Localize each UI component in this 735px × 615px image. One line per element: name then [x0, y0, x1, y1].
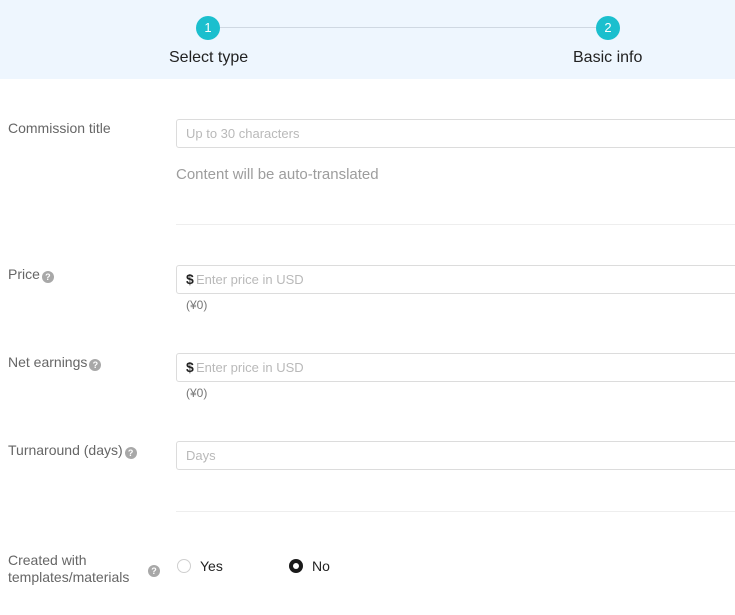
help-icon[interactable]: ?: [41, 271, 54, 283]
section-divider: [176, 224, 735, 225]
auto-translate-hint: Content will be auto-translated: [176, 166, 379, 183]
net-earnings-placeholder: Enter price in USD: [196, 360, 304, 375]
section-divider: [176, 511, 735, 512]
radio-yes-label[interactable]: Yes: [200, 558, 223, 574]
step-connector-line: [220, 27, 596, 28]
help-icon[interactable]: ?: [124, 447, 137, 459]
commission-title-input[interactable]: Up to 30 characters: [176, 119, 735, 148]
step-1-label: Select type: [169, 49, 249, 66]
templates-label-line1: Created with: [8, 552, 87, 568]
price-placeholder: Enter price in USD: [196, 272, 304, 287]
radio-yes[interactable]: [177, 559, 191, 573]
templates-label-line2: templates/materials: [8, 569, 130, 585]
net-earnings-label: Net earnings?: [8, 354, 102, 371]
price-label: Price?: [8, 266, 54, 283]
price-label-text: Price: [8, 266, 40, 282]
radio-no-label[interactable]: No: [312, 558, 330, 574]
turnaround-label: Turnaround (days)?: [8, 442, 137, 459]
help-icon[interactable]: ?: [148, 565, 160, 577]
step-2-label: Basic info: [573, 49, 643, 66]
radio-no[interactable]: [289, 559, 303, 573]
turnaround-label-text: Turnaround (days): [8, 442, 123, 458]
net-earnings-converted-amount: (¥0): [186, 386, 208, 400]
net-earnings-label-text: Net earnings: [8, 354, 88, 370]
currency-symbol: $: [186, 359, 194, 375]
turnaround-days-input[interactable]: Days: [176, 441, 735, 470]
turnaround-placeholder: Days: [186, 448, 216, 463]
help-icon[interactable]: ?: [89, 359, 102, 371]
progress-stepper: 1 Select type 2 Basic info: [0, 0, 735, 79]
commission-title-label: Commission title: [8, 120, 111, 136]
currency-symbol: $: [186, 271, 194, 287]
net-earnings-input[interactable]: $ Enter price in USD: [176, 353, 735, 382]
step-2-indicator: 2: [596, 16, 620, 40]
step-1-indicator: 1: [196, 16, 220, 40]
templates-materials-label: Created with templates/materials: [8, 552, 129, 586]
commission-title-placeholder: Up to 30 characters: [186, 126, 300, 141]
price-input[interactable]: $ Enter price in USD: [176, 265, 735, 294]
price-converted-amount: (¥0): [186, 298, 208, 312]
